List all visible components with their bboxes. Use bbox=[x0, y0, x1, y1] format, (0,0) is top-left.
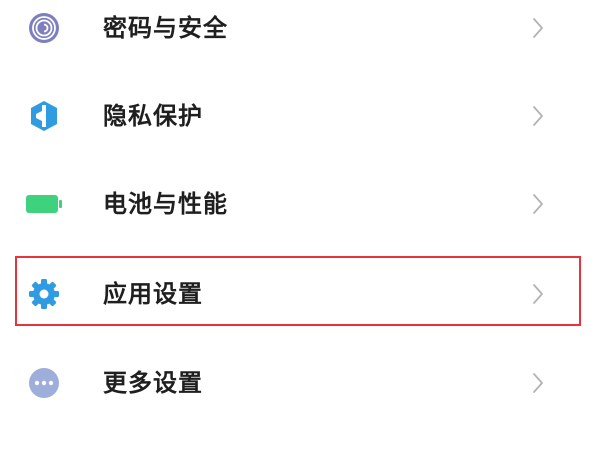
settings-item-app-settings[interactable]: 应用设置 bbox=[0, 250, 600, 338]
settings-item-label: 密码与安全 bbox=[103, 14, 228, 42]
fingerprint-icon bbox=[24, 8, 64, 48]
chevron-right-icon bbox=[528, 102, 548, 130]
settings-item-label: 电池与性能 bbox=[103, 190, 228, 218]
settings-item-battery-performance[interactable]: 电池与性能 bbox=[0, 160, 600, 248]
settings-item-more-settings[interactable]: 更多设置 bbox=[0, 339, 600, 427]
settings-item-label: 应用设置 bbox=[103, 280, 203, 308]
gear-icon bbox=[24, 274, 64, 314]
chevron-right-icon bbox=[528, 190, 548, 218]
battery-icon bbox=[24, 184, 64, 224]
chevron-right-icon bbox=[528, 14, 548, 42]
settings-item-password-security[interactable]: 密码与安全 bbox=[0, 0, 600, 72]
chevron-right-icon bbox=[528, 369, 548, 397]
settings-item-label: 隐私保护 bbox=[103, 102, 203, 130]
settings-item-privacy[interactable]: 隐私保护 bbox=[0, 72, 600, 160]
settings-item-label: 更多设置 bbox=[103, 369, 203, 397]
shield-icon bbox=[24, 96, 64, 136]
settings-list: 密码与安全 隐私保护 电池与性能 应用设置 更多设置 bbox=[0, 0, 600, 450]
chevron-right-icon bbox=[528, 280, 548, 308]
more-dots-icon bbox=[24, 363, 64, 403]
